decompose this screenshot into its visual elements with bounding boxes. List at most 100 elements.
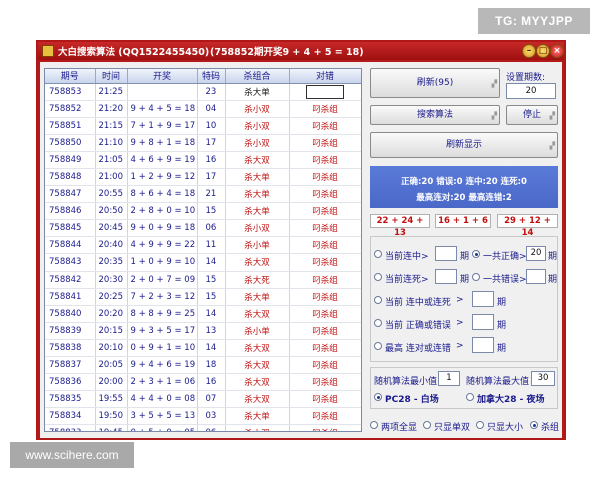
col-header-sum[interactable]: 特码 — [197, 69, 226, 84]
table-row[interactable]: 758844 20:40 4 + 9 + 9 = 22 11 杀小单 叼杀组 — [45, 236, 361, 255]
sum-cell: 07 — [197, 390, 226, 409]
unit-label: 期 — [497, 344, 507, 354]
unit-label: 期 — [460, 252, 470, 262]
period-count-label: 设置期数: — [506, 73, 546, 83]
random-min-input[interactable]: 1 — [438, 371, 460, 386]
result-cell: 叼杀组 — [289, 219, 361, 238]
maximize-icon[interactable]: □ — [536, 44, 550, 58]
table-row[interactable]: 758843 20:35 1 + 0 + 9 = 10 14 杀大双 叼杀组 — [45, 253, 361, 272]
table-row[interactable]: 758837 20:05 9 + 4 + 6 = 19 18 杀大双 叼杀组 — [45, 356, 361, 375]
result-cell: 叼杀组 — [289, 117, 361, 135]
radio-right-or-wrong[interactable] — [374, 319, 382, 327]
result-cell: 叼杀组 — [289, 305, 361, 323]
table-row[interactable]: 758835 19:55 4 + 4 + 0 = 08 07 杀大双 叼杀组 — [45, 390, 361, 409]
radio-max-streak[interactable] — [374, 342, 382, 350]
table-row[interactable]: 758847 20:55 8 + 6 + 4 = 18 21 杀大单 叼杀组 — [45, 185, 361, 204]
col-header-draw[interactable]: 开奖 — [127, 69, 198, 84]
table-row[interactable]: 758841 20:25 7 + 2 + 3 = 12 15 杀大单 叼杀组 — [45, 288, 361, 306]
radio-filter-all[interactable] — [370, 421, 378, 429]
search-algorithm-button[interactable]: 搜索算法 ▞ — [370, 105, 500, 125]
random-max-input[interactable]: 30 — [531, 371, 555, 386]
app-window: 大白搜索算法 (QQ1522455450) (758852期开奖9 + 4 + … — [36, 40, 566, 440]
grip-icon: ▞ — [549, 112, 555, 120]
draw-cell: 0 + 9 + 1 = 10 — [127, 339, 198, 358]
col-header-time[interactable]: 时间 — [95, 69, 128, 84]
radio-current-hit[interactable] — [374, 250, 382, 258]
current-hit-input[interactable] — [435, 246, 457, 261]
table-row[interactable]: 758848 21:00 1 + 2 + 9 = 12 17 杀大单 叼杀组 — [45, 168, 361, 187]
kill-combo-cell: 杀大双 — [225, 253, 290, 272]
table-row[interactable]: 758845 20:45 9 + 0 + 9 = 18 06 杀小双 叼杀组 — [45, 219, 361, 238]
period-cell: 758840 — [45, 305, 96, 323]
table-row[interactable]: 758838 20:10 0 + 9 + 1 = 10 14 杀大双 叼杀组 — [45, 339, 361, 358]
period-cell: 758853 — [45, 83, 96, 101]
period-cell: 758836 — [45, 373, 96, 392]
kill-combo-cell: 杀大双 — [225, 373, 290, 392]
radio-total-wrong[interactable] — [472, 273, 480, 281]
result-edit-box[interactable] — [306, 84, 344, 99]
period-count-input[interactable]: 20 — [506, 83, 556, 99]
table-row[interactable]: 758840 20:20 8 + 8 + 9 = 25 14 杀大双 叼杀组 — [45, 305, 361, 323]
table-row[interactable]: 758839 20:15 9 + 3 + 5 = 17 13 杀小单 叼杀组 — [45, 322, 361, 340]
period-cell: 758837 — [45, 356, 96, 375]
max-streak-input[interactable] — [472, 337, 494, 353]
time-cell: 20:15 — [95, 322, 128, 340]
refresh-display-button[interactable]: 刷新显示 ▞ — [370, 132, 558, 158]
table-row[interactable]: 758836 20:00 2 + 3 + 1 = 06 16 杀大双 叼杀组 — [45, 373, 361, 392]
sum-cell: 16 — [197, 373, 226, 392]
table-header-row: 期号 时间 开奖 特码 杀组合 对错 — [45, 69, 361, 84]
mode-canada-label: 加拿大28 - 夜场 — [477, 395, 545, 405]
radio-filter-size[interactable] — [476, 421, 484, 429]
draw-cell: 8 + 6 + 4 = 18 — [127, 185, 198, 204]
total-right-input[interactable]: 20 — [526, 246, 546, 261]
table-row[interactable]: 758850 21:10 9 + 8 + 1 = 18 17 杀小双 叼杀组 — [45, 134, 361, 152]
table-row[interactable]: 758851 21:15 7 + 1 + 9 = 17 10 杀小双 叼杀组 — [45, 117, 361, 135]
time-cell: 21:10 — [95, 134, 128, 152]
result-cell: 叼杀组 — [289, 134, 361, 152]
client-area: 期号 时间 开奖 特码 杀组合 对错 758853 21:25 23 杀大单 75885… — [40, 62, 562, 438]
radio-filter-oddeven[interactable] — [423, 421, 431, 429]
table-row[interactable]: 758853 21:25 23 杀大单 — [45, 83, 361, 101]
radio-filter-kill[interactable] — [530, 421, 538, 429]
kill-combo-cell: 杀大单 — [225, 407, 290, 426]
table-row[interactable]: 758852 21:20 9 + 4 + 5 = 18 04 杀小双 叼杀组 — [45, 100, 361, 118]
radio-mode-canada[interactable] — [466, 393, 474, 401]
radio-mode-pc28[interactable] — [374, 393, 382, 401]
table-row[interactable]: 758849 21:05 4 + 6 + 9 = 19 16 杀大双 叼杀组 — [45, 151, 361, 169]
unit-label: 期 — [497, 298, 507, 308]
minimize-icon[interactable]: – — [522, 44, 536, 58]
time-cell: 21:00 — [95, 168, 128, 187]
kill-combo-cell: 杀大单 — [225, 288, 290, 306]
table-row[interactable]: 758842 20:30 2 + 0 + 7 = 09 15 杀大死 叼杀组 — [45, 271, 361, 289]
kill-combo-cell: 杀小双 — [225, 219, 290, 238]
draw-cell: 4 + 4 + 0 = 08 — [127, 390, 198, 409]
stats-panel: 正确:20 错误:0 连中:20 连死:0 最高连对:20 最高连错:2 — [370, 166, 558, 208]
history-table[interactable]: 期号 时间 开奖 特码 杀组合 对错 758853 21:25 23 杀大单 75885… — [44, 68, 362, 432]
sum-cell: 03 — [197, 407, 226, 426]
kill-combo-cell: 杀大死 — [225, 271, 290, 289]
kill-combo-cell: 杀大单 — [225, 202, 290, 221]
table-row[interactable]: 758846 20:50 2 + 8 + 0 = 10 15 杀大单 叼杀组 — [45, 202, 361, 221]
table-row[interactable]: 75883319:450 + 5 + 0 = 0506杀小双叼杀组 — [45, 424, 361, 431]
close-icon[interactable]: × — [550, 44, 564, 58]
radio-current-dead[interactable] — [374, 273, 382, 281]
hit-or-dead-input[interactable] — [472, 291, 494, 307]
time-cell: 20:00 — [95, 373, 128, 392]
stop-button[interactable]: 停止 ▞ — [506, 105, 558, 125]
kill-combo-cell: 杀大双 — [225, 356, 290, 375]
table-row[interactable]: 758834 19:50 3 + 5 + 5 = 13 03 杀大单 叼杀组 — [45, 407, 361, 426]
radio-total-right[interactable] — [472, 250, 480, 258]
kill-combo-cell: 杀小双 — [225, 117, 290, 135]
current-hit-label: 当前连中> — [385, 252, 429, 262]
radio-hit-or-dead[interactable] — [374, 296, 382, 304]
total-wrong-input[interactable] — [526, 269, 546, 284]
title-bar[interactable]: 大白搜索算法 (QQ1522455450) (758852期开奖9 + 4 + … — [38, 42, 564, 60]
time-cell: 20:45 — [95, 219, 128, 238]
col-header-result[interactable]: 对错 — [289, 69, 361, 84]
col-header-kill[interactable]: 杀组合 — [225, 69, 290, 84]
window-title: 大白搜索算法 (QQ1522455450) — [58, 47, 210, 58]
col-header-period[interactable]: 期号 — [45, 69, 96, 84]
right-or-wrong-input[interactable] — [472, 314, 494, 330]
refresh-button[interactable]: 刷新(95) ▞ — [370, 68, 500, 98]
current-dead-input[interactable] — [435, 269, 457, 284]
